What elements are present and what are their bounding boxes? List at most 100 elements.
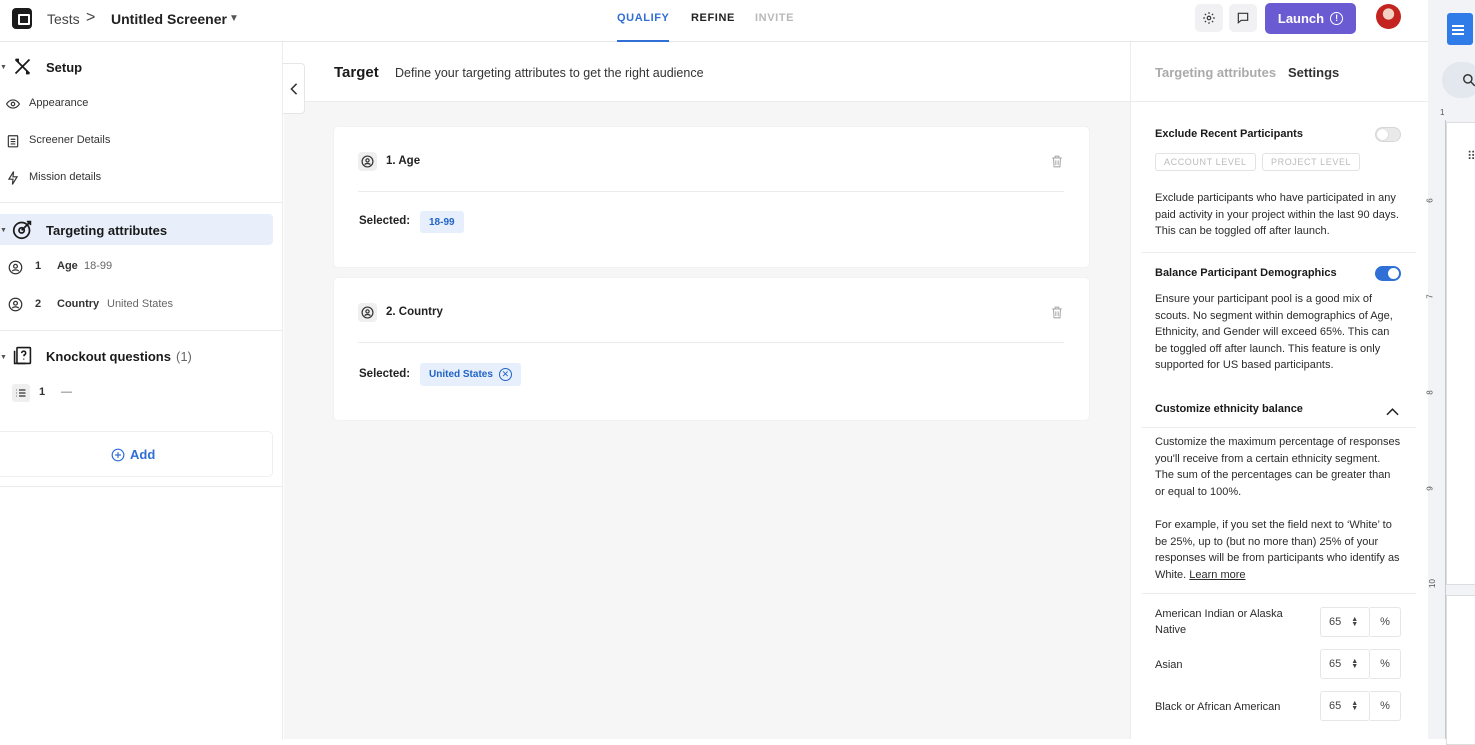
gear-icon	[1203, 12, 1215, 24]
exclude-title: Exclude Recent Participants	[1155, 128, 1303, 140]
collapse-triangle-icon[interactable]: ▼	[0, 64, 7, 71]
tab-invite[interactable]: INVITE	[755, 12, 794, 24]
sidebar-section-targeting[interactable]: Targeting attributes	[46, 223, 167, 238]
tab-targeting-attributes[interactable]: Targeting attributes	[1155, 65, 1276, 80]
ethnicity-label: American Indian or Alaska Native	[1155, 608, 1283, 636]
settings-button[interactable]	[1195, 4, 1223, 32]
collapse-triangle-icon[interactable]: ▼	[0, 227, 7, 234]
ethnicity-percent-input[interactable]: 65 ▲ ▼	[1320, 691, 1370, 721]
app-logo[interactable]	[12, 8, 32, 29]
knockout-item-index: 1	[39, 386, 46, 398]
tab-settings[interactable]: Settings	[1288, 65, 1339, 80]
ruler-label: 1	[1440, 108, 1445, 117]
sidebar-item-age[interactable]: Age	[57, 260, 78, 272]
person-target-icon	[358, 152, 377, 171]
screener-title[interactable]: Untitled Screener	[111, 11, 227, 27]
sidebar-item-screener-details[interactable]: Screener Details	[29, 134, 110, 146]
collapse-triangle-icon[interactable]: ▼	[0, 354, 7, 361]
card-title: 2. Country	[386, 306, 443, 318]
comment-icon	[1237, 12, 1249, 24]
avatar[interactable]	[1376, 4, 1401, 29]
sidebar-item-country[interactable]: Country	[57, 298, 99, 310]
ethnicity-label: Asian	[1155, 659, 1183, 671]
breadcrumb-separator-icon: >	[86, 9, 96, 26]
ethnicity-description: Customize the maximum percentage of resp…	[1155, 436, 1401, 498]
drag-handle-icon[interactable]: ⠿	[1467, 149, 1475, 163]
divider	[1142, 427, 1416, 428]
knockout-count: (1)	[176, 349, 192, 364]
sidebar-item-index: 1	[35, 260, 42, 272]
tools-icon	[11, 55, 33, 77]
sidebar-item-mission-details[interactable]: Mission details	[29, 171, 101, 183]
trash-icon[interactable]	[1051, 155, 1063, 173]
stepper-icon[interactable]: ▲ ▼	[1351, 700, 1358, 712]
doc-page	[1446, 595, 1475, 745]
divider	[0, 486, 283, 487]
eye-icon	[6, 97, 20, 111]
exclude-toggle[interactable]	[1375, 127, 1401, 142]
input-value: 65	[1329, 616, 1342, 628]
person-target-icon	[358, 303, 377, 322]
selected-chip[interactable]: United States ✕	[420, 363, 521, 386]
targeting-card-age: 1. Age Selected: 18-99	[334, 127, 1089, 267]
top-bar: Tests > Untitled Screener ▼ QUALIFY REFI…	[0, 0, 1428, 42]
clipboard-icon	[6, 134, 20, 148]
chevron-up-icon[interactable]	[1386, 403, 1399, 421]
toggle-knob	[1377, 129, 1388, 140]
launch-label: Launch	[1277, 11, 1325, 26]
chip-label: 18-99	[429, 216, 455, 228]
account-level-pill[interactable]: ACCOUNT LEVEL	[1155, 153, 1256, 171]
stepper-icon[interactable]: ▲ ▼	[1351, 616, 1358, 628]
breadcrumb-tests[interactable]: Tests	[47, 11, 80, 27]
remove-chip-icon[interactable]: ✕	[498, 368, 512, 381]
selected-chip[interactable]: 18-99	[420, 211, 464, 233]
sidebar-item-index: 2	[35, 298, 42, 310]
learn-more-link[interactable]: Learn more	[1189, 569, 1245, 581]
ruler-label: 9	[1425, 486, 1435, 491]
input-value: 65	[1329, 700, 1342, 712]
docs-icon[interactable]	[1447, 13, 1473, 45]
page-description: Define your targeting attributes to get …	[395, 66, 704, 80]
exclude-description: Exclude participants who have participat…	[1155, 192, 1399, 237]
ruler-label: 7	[1425, 294, 1435, 299]
ethnicity-example: For example, if you set the field next t…	[1155, 517, 1401, 583]
ethnicity-title[interactable]: Customize ethnicity balance	[1155, 403, 1303, 415]
card-title: 1. Age	[386, 155, 421, 167]
balance-title: Balance Participant Demographics	[1155, 267, 1337, 279]
divider	[358, 342, 1064, 343]
tab-qualify[interactable]: QUALIFY	[617, 12, 669, 24]
trash-icon[interactable]	[1051, 306, 1063, 324]
balance-toggle[interactable]	[1375, 266, 1401, 281]
list-icon	[12, 384, 30, 402]
sidebar-item-appearance[interactable]: Appearance	[29, 97, 88, 109]
ethnicity-percent-input[interactable]: 65 ▲ ▼	[1320, 607, 1370, 637]
chevron-left-icon	[289, 82, 297, 95]
ethnicity-percent-input[interactable]: 65 ▲ ▼	[1320, 649, 1370, 679]
add-label: Add	[130, 447, 156, 462]
add-button[interactable]: Add	[111, 447, 155, 462]
doc-search-button[interactable]	[1442, 62, 1475, 98]
sidebar-section-knockout[interactable]: Knockout questions	[46, 349, 171, 364]
comments-button[interactable]	[1229, 4, 1257, 32]
collapse-sidebar-button[interactable]	[283, 63, 305, 114]
toggle-knob	[1388, 268, 1399, 279]
tab-refine[interactable]: REFINE	[691, 12, 735, 24]
chip-label: United States	[429, 369, 493, 380]
sidebar-item-country-value: United States	[107, 298, 174, 310]
targeting-card-country: 2. Country Selected: United States ✕	[334, 278, 1089, 420]
stepper-icon[interactable]: ▲ ▼	[1351, 658, 1358, 670]
info-icon: !	[1330, 12, 1344, 25]
main-canvas-strip	[284, 114, 305, 739]
selected-label: Selected:	[359, 215, 411, 227]
launch-button[interactable]: Launch !	[1265, 3, 1356, 34]
divider	[1142, 593, 1416, 594]
page-title: Target	[334, 64, 379, 81]
divider	[1142, 252, 1416, 253]
ethnicity-label: Black or African American	[1155, 701, 1281, 713]
search-icon	[1463, 74, 1475, 87]
knockout-item-1[interactable]: —	[61, 386, 72, 398]
project-level-pill[interactable]: PROJECT LEVEL	[1262, 153, 1361, 171]
caret-down-icon[interactable]: ▼	[229, 13, 239, 24]
ruler-label: 8	[1425, 390, 1435, 395]
sidebar-section-setup[interactable]: Setup	[46, 60, 82, 75]
